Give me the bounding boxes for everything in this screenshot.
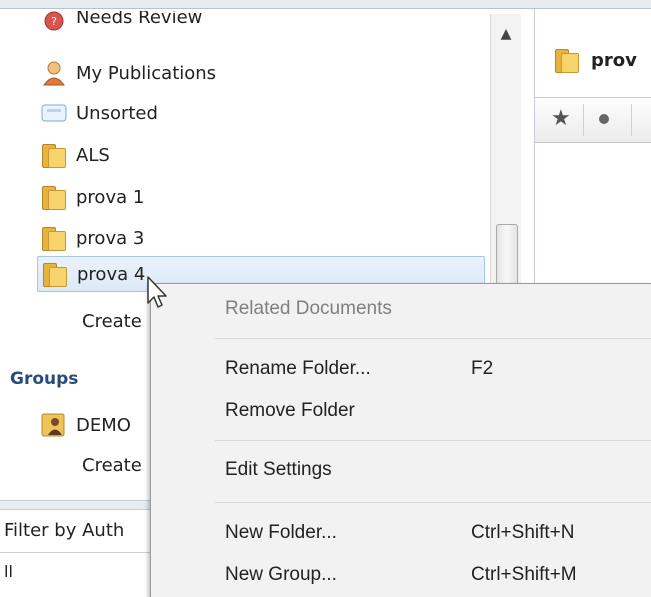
sidebar-item-prova-1[interactable]: prova 1 — [40, 177, 144, 217]
sidebar-item-needs-review[interactable]: ? Needs Review — [40, 11, 202, 39]
folder-icon — [40, 224, 68, 252]
sidebar-item-label: Unsorted — [76, 102, 158, 124]
menu-item-new-group[interactable]: New Group... Ctrl+Shift+M — [151, 556, 651, 594]
sidebar-item-label: My Publications — [76, 62, 217, 84]
sidebar-item-label: Needs Review — [76, 11, 203, 28]
user-icon — [40, 59, 68, 87]
needs-review-icon: ? — [40, 11, 68, 39]
sidebar-item-label: prova 1 — [76, 186, 145, 208]
folder-title-text: prov — [591, 49, 637, 71]
menu-item-new-folder[interactable]: New Folder... Ctrl+Shift+N — [151, 514, 651, 552]
folder-icon — [41, 260, 69, 288]
menu-separator — [215, 440, 651, 441]
sidebar-item-label: ALS — [76, 144, 110, 166]
filter-by-author-label: Filter by Auth — [4, 520, 125, 541]
scroll-up-arrow-icon[interactable]: ▲ — [491, 14, 521, 54]
folder-icon — [40, 141, 68, 169]
sidebar-item-unsorted[interactable]: Unsorted — [40, 93, 158, 133]
group-icon — [40, 411, 68, 439]
sidebar-item-my-publications[interactable]: My Publications — [40, 53, 216, 93]
star-icon[interactable]: ★ — [551, 106, 571, 131]
menu-item-label: Remove Folder — [225, 400, 355, 421]
top-border — [0, 0, 651, 9]
menu-item-remove-folder[interactable]: Remove Folder — [151, 392, 651, 430]
context-menu: Related Documents Rename Folder... F2 Re… — [150, 283, 651, 597]
menu-item-related-documents[interactable]: Related Documents — [151, 290, 651, 328]
menu-item-shortcut: Ctrl+Shift+M — [471, 564, 577, 585]
sidebar-item-demo-group[interactable]: DEMO — [40, 405, 131, 445]
folder-icon — [40, 183, 68, 211]
sidebar-item-label: prova 4 — [77, 263, 146, 285]
unsorted-icon — [40, 99, 68, 127]
sidebar-item-label: prova 3 — [76, 227, 145, 249]
menu-item-label: New Group... — [225, 564, 337, 585]
menu-item-shortcut: Ctrl+Shift+N — [471, 522, 575, 543]
groups-heading: Groups — [10, 369, 79, 389]
menu-separator — [215, 338, 651, 339]
create-group-label: Create — [82, 454, 142, 476]
menu-item-shortcut: F2 — [471, 358, 494, 379]
column-separator — [583, 104, 584, 136]
menu-item-label: Rename Folder... — [225, 358, 371, 379]
create-group-link[interactable]: Create — [82, 445, 142, 485]
folder-icon — [555, 49, 579, 73]
create-folder-link[interactable]: Create — [82, 301, 142, 341]
column-separator — [631, 104, 632, 136]
menu-item-label: New Folder... — [225, 522, 337, 543]
app-window: ? Needs Review My Publications Unsorted … — [0, 0, 651, 597]
folder-title: prov — [555, 49, 637, 73]
mouse-cursor-icon — [147, 276, 167, 308]
menu-item-label: Related Documents — [225, 298, 392, 319]
sidebar-item-label: DEMO — [76, 414, 131, 436]
sidebar-item-prova-3[interactable]: prova 3 — [40, 218, 144, 258]
menu-separator — [215, 502, 651, 503]
menu-item-edit-settings[interactable]: Edit Settings — [151, 451, 651, 489]
menu-item-label: Edit Settings — [225, 459, 332, 480]
read-status-icon[interactable] — [599, 114, 609, 124]
menu-item-rename-folder[interactable]: Rename Folder... F2 — [151, 350, 651, 388]
create-folder-label: Create — [82, 310, 142, 332]
filter-value[interactable]: ll — [4, 562, 13, 581]
document-list-header: ★ — [535, 97, 651, 143]
svg-text:?: ? — [51, 15, 57, 28]
sidebar-item-als[interactable]: ALS — [40, 135, 110, 175]
